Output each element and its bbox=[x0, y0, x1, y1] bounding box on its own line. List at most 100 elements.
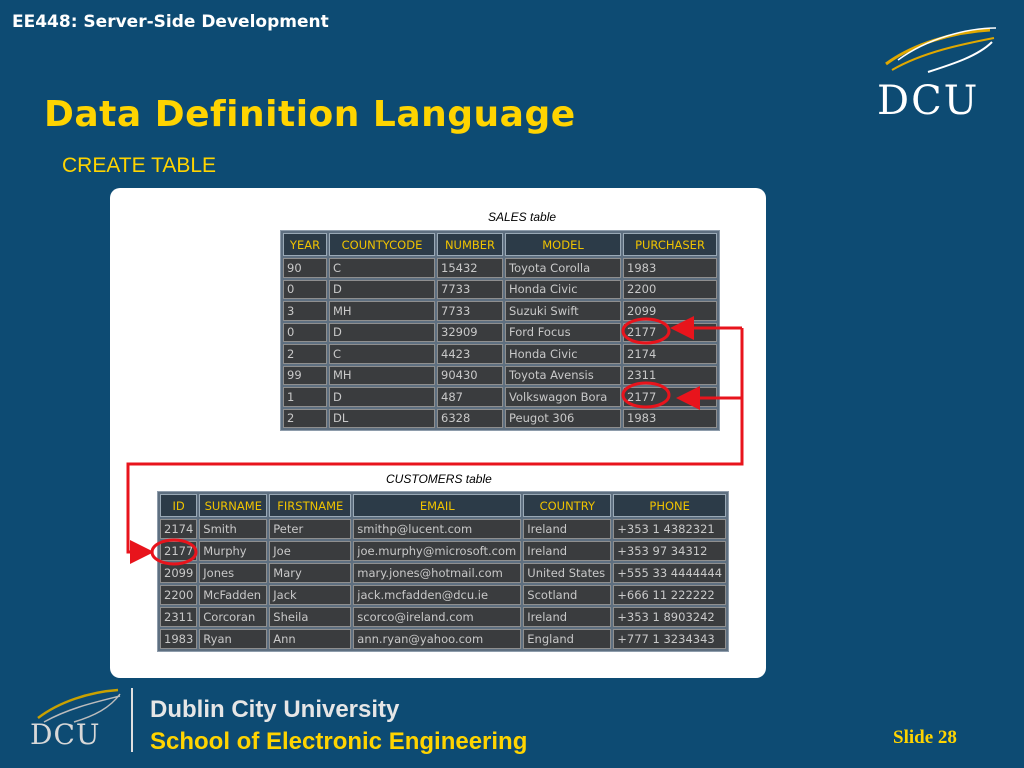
table-cell: +666 11 222222 bbox=[613, 585, 727, 605]
table-cell: Ireland bbox=[523, 607, 612, 627]
table-cell: Joe bbox=[269, 541, 352, 561]
table-cell: 2174 bbox=[160, 519, 198, 539]
table-cell: Ireland bbox=[523, 541, 612, 561]
university-name: Dublin City University bbox=[150, 696, 400, 723]
table-row: 2 C 4423 Honda Civic 2174 bbox=[283, 344, 717, 364]
table-cell: 2200 bbox=[160, 585, 198, 605]
table-row: 0 D 7733 Honda Civic 2200 bbox=[283, 279, 717, 299]
footer-logo-text: DCU bbox=[30, 718, 101, 751]
table-row: 2 DL 6328 Peugot 306 1983 bbox=[283, 408, 717, 428]
table-cell: 2 bbox=[283, 344, 327, 364]
sales-table: YEAR COUNTYCODE NUMBER MODEL PURCHASER 9… bbox=[280, 230, 720, 431]
table-cell: 4423 bbox=[437, 344, 503, 364]
table-cell: Honda Civic bbox=[505, 279, 621, 299]
table-cell: Toyota Corolla bbox=[505, 258, 621, 278]
col-header: SURNAME bbox=[199, 494, 268, 517]
table-cell: 1 bbox=[283, 387, 327, 407]
table-cell: Smith bbox=[199, 519, 268, 539]
col-header: ID bbox=[160, 494, 198, 517]
table-cell: 2177 bbox=[160, 541, 198, 561]
table-cell: +777 1 3234343 bbox=[613, 629, 727, 649]
table-row: 0 D 32909 Ford Focus 2177 bbox=[283, 322, 717, 342]
table-row: 2099 Jones Mary mary.jones@hotmail.com Unite… bbox=[160, 563, 727, 583]
table-cell: Corcoran bbox=[199, 607, 268, 627]
table-cell: 2200 bbox=[623, 279, 717, 299]
table-cell: Suzuki Swift bbox=[505, 301, 621, 321]
table-row: 2311 Corcoran Sheila scorco@ireland.com Irel… bbox=[160, 607, 727, 627]
table-cell: 0 bbox=[283, 279, 327, 299]
customers-body: 2174 Smith Peter smithp@lucent.com Ireland +3… bbox=[160, 519, 727, 649]
table-cell: D bbox=[329, 387, 435, 407]
slide-number: Slide 28 bbox=[893, 727, 957, 748]
slide-title: Data Definition Language bbox=[44, 94, 576, 135]
table-cell: 487 bbox=[437, 387, 503, 407]
table-cell: 90 bbox=[283, 258, 327, 278]
table-cell: 2177 bbox=[623, 387, 717, 407]
col-header: COUNTYCODE bbox=[329, 233, 435, 256]
table-cell: 2177 bbox=[623, 322, 717, 342]
table-cell: C bbox=[329, 344, 435, 364]
table-cell: 2311 bbox=[623, 365, 717, 385]
table-cell: DL bbox=[329, 408, 435, 428]
sales-caption: SALES table bbox=[488, 210, 557, 224]
table-cell: D bbox=[329, 322, 435, 342]
dcu-logo: DCU bbox=[868, 24, 998, 124]
table-cell: +353 1 4382321 bbox=[613, 519, 727, 539]
table-cell: 2174 bbox=[623, 344, 717, 364]
table-cell: Sheila bbox=[269, 607, 352, 627]
table-cell: 90430 bbox=[437, 365, 503, 385]
table-cell: 1983 bbox=[623, 408, 717, 428]
table-cell: England bbox=[523, 629, 612, 649]
table-cell: 2099 bbox=[623, 301, 717, 321]
table-cell: MH bbox=[329, 301, 435, 321]
table-cell: Peter bbox=[269, 519, 352, 539]
table-cell: 15432 bbox=[437, 258, 503, 278]
table-cell: jack.mcfadden@dcu.ie bbox=[353, 585, 522, 605]
table-cell: Jones bbox=[199, 563, 268, 583]
table-cell: scorco@ireland.com bbox=[353, 607, 522, 627]
swoosh-icon bbox=[885, 27, 997, 73]
table-cell: 2 bbox=[283, 408, 327, 428]
col-header: NUMBER bbox=[437, 233, 503, 256]
table-cell: +555 33 4444444 bbox=[613, 563, 727, 583]
table-cell: Jack bbox=[269, 585, 352, 605]
col-header: PURCHASER bbox=[623, 233, 717, 256]
sales-body: 90 C 15432 Toyota Corolla 1983 0 D 7733 Honda Ci… bbox=[283, 258, 717, 428]
table-cell: 7733 bbox=[437, 301, 503, 321]
table-cell: 0 bbox=[283, 322, 327, 342]
table-cell: Volkswagon Bora bbox=[505, 387, 621, 407]
table-cell: Ireland bbox=[523, 519, 612, 539]
table-cell: Honda Civic bbox=[505, 344, 621, 364]
table-cell: D bbox=[329, 279, 435, 299]
table-cell: mary.jones@hotmail.com bbox=[353, 563, 522, 583]
table-row: 99 MH 90430 Toyota Avensis 2311 bbox=[283, 365, 717, 385]
table-cell: 32909 bbox=[437, 322, 503, 342]
table-row: 2177 Murphy Joe joe.murphy@microsoft.com Ire… bbox=[160, 541, 727, 561]
table-cell: 3 bbox=[283, 301, 327, 321]
table-cell: 2311 bbox=[160, 607, 198, 627]
col-header: EMAIL bbox=[353, 494, 522, 517]
table-row: 2200 McFadden Jack jack.mcfadden@dcu.ie Scot… bbox=[160, 585, 727, 605]
table-row: 2174 Smith Peter smithp@lucent.com Ireland +3… bbox=[160, 519, 727, 539]
col-header: FIRSTNAME bbox=[269, 494, 352, 517]
table-cell: 7733 bbox=[437, 279, 503, 299]
school-name: School of Electronic Engineering bbox=[150, 728, 528, 755]
footer-divider bbox=[131, 688, 133, 752]
col-header: YEAR bbox=[283, 233, 327, 256]
logo-text: DCU bbox=[877, 78, 980, 124]
table-cell: Ford Focus bbox=[505, 322, 621, 342]
table-cell: ann.ryan@yahoo.com bbox=[353, 629, 522, 649]
table-cell: smithp@lucent.com bbox=[353, 519, 522, 539]
table-row: 90 C 15432 Toyota Corolla 1983 bbox=[283, 258, 717, 278]
sales-header-row: YEAR COUNTYCODE NUMBER MODEL PURCHASER bbox=[283, 233, 717, 256]
table-cell: +353 1 8903242 bbox=[613, 607, 727, 627]
table-cell: Scotland bbox=[523, 585, 612, 605]
footer-dcu-logo: DCU bbox=[24, 684, 124, 756]
customers-caption: CUSTOMERS table bbox=[386, 472, 492, 486]
table-row: 1 D 487 Volkswagon Bora 2177 bbox=[283, 387, 717, 407]
course-title: EE448: Server-Side Development bbox=[12, 12, 329, 32]
table-cell: United States bbox=[523, 563, 612, 583]
table-cell: MH bbox=[329, 365, 435, 385]
table-cell: +353 97 34312 bbox=[613, 541, 727, 561]
table-cell: Ryan bbox=[199, 629, 268, 649]
